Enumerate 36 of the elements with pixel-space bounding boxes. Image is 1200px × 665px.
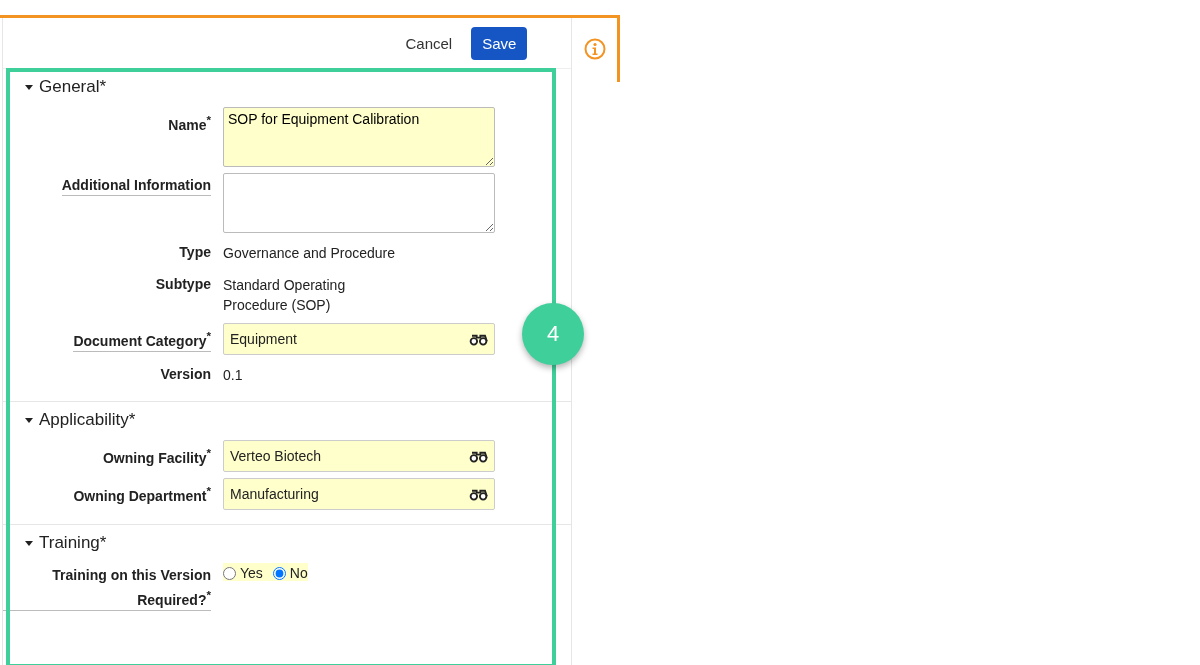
field-value: Standard Operating Procedure (SOP): [223, 276, 347, 315]
section-toggle[interactable]: Training*: [3, 533, 572, 553]
lookup-field[interactable]: Verteo Biotech: [223, 440, 495, 472]
section-toggle[interactable]: General*: [3, 77, 572, 97]
field-value: 0.1: [223, 366, 243, 385]
text-area[interactable]: SOP for Equipment Calibration: [223, 107, 495, 167]
field-label-link[interactable]: Document Category$^{*}$: [73, 323, 211, 352]
caret-icon: [25, 540, 33, 546]
field-label-link[interactable]: Additional Information: [61, 173, 211, 196]
cancel-button[interactable]: Cancel: [394, 26, 464, 60]
field-label: Type: [179, 243, 211, 262]
field-label: Subtype: [155, 275, 211, 294]
step-badge: 4: [522, 303, 584, 365]
field-label-link[interactable]: Training on this Version Required?$^{*}$: [3, 563, 211, 611]
radio-label[interactable]: Yes: [240, 565, 263, 581]
section-title: Applicability*: [39, 410, 136, 430]
caret-icon: [25, 84, 33, 90]
section-toggle[interactable]: Applicability*: [3, 410, 572, 430]
field-label: Owning Facility$^{*}$: [103, 445, 211, 468]
field-value: Governance and Procedure: [223, 244, 395, 263]
radio-label[interactable]: No: [289, 565, 308, 581]
field-label: Owning Department$^{*}$: [73, 483, 211, 506]
info-icon[interactable]: [583, 38, 606, 60]
lookup-field[interactable]: Equipment: [223, 323, 495, 355]
field-label: Version: [160, 365, 211, 384]
section-title: General*: [39, 77, 107, 97]
caret-icon: [25, 417, 33, 423]
radio-button[interactable]: [223, 566, 236, 580]
radio-button[interactable]: [272, 566, 286, 580]
section-title: Training*: [39, 533, 107, 553]
binoculars-icon[interactable]: [469, 332, 488, 346]
lookup-field[interactable]: Manufacturing: [223, 478, 495, 510]
binoculars-icon[interactable]: [469, 487, 488, 501]
field-label: Name$^{*}$: [168, 112, 211, 135]
save-button[interactable]: Save: [471, 26, 528, 60]
binoculars-icon[interactable]: [469, 449, 488, 463]
